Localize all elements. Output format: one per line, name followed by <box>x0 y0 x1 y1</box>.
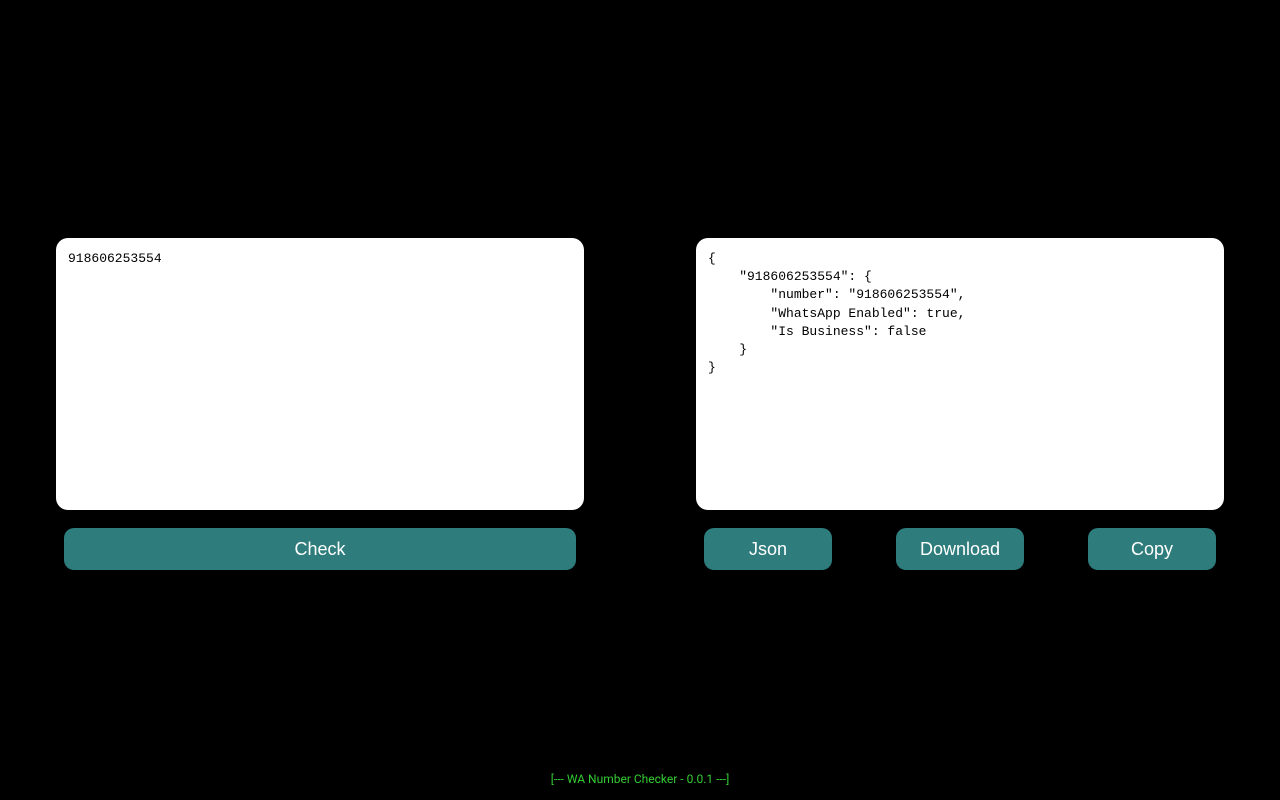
footer-version: [--- WA Number Checker - 0.0.1 ---] <box>0 772 1280 786</box>
json-button[interactable]: Json <box>704 528 832 570</box>
output-panel: { "918606253554": { "number": "918606253… <box>696 238 1224 570</box>
output-button-row: Json Download Copy <box>696 528 1224 570</box>
check-button[interactable]: Check <box>64 528 576 570</box>
download-button[interactable]: Download <box>896 528 1024 570</box>
copy-button[interactable]: Copy <box>1088 528 1216 570</box>
main-container: Check { "918606253554": { "number": "918… <box>0 0 1280 570</box>
check-button-row: Check <box>56 528 584 570</box>
output-display[interactable]: { "918606253554": { "number": "918606253… <box>696 238 1224 510</box>
input-panel: Check <box>56 238 584 570</box>
number-input[interactable] <box>56 238 584 510</box>
